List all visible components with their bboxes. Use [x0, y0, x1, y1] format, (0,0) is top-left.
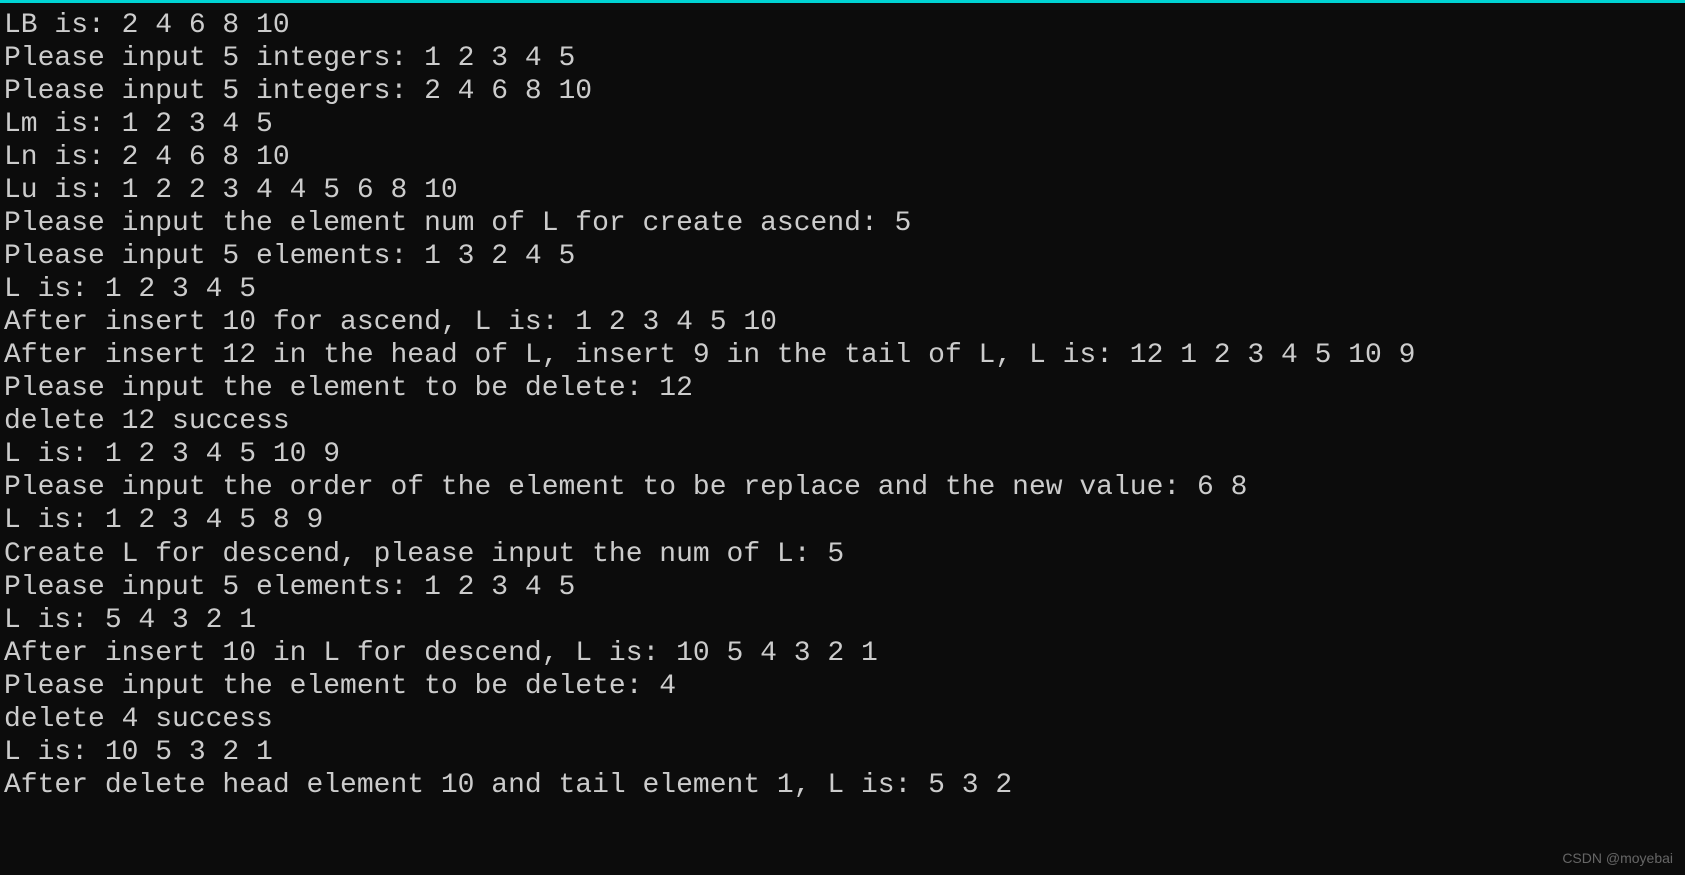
- terminal-line: Please input 5 elements: 1 3 2 4 5: [4, 240, 1685, 273]
- terminal-line: Please input 5 elements: 1 2 3 4 5: [4, 571, 1685, 604]
- terminal-line: Create L for descend, please input the n…: [4, 538, 1685, 571]
- terminal-line: L is: 1 2 3 4 5 10 9: [4, 438, 1685, 471]
- terminal-output: LB is: 2 4 6 8 10Please input 5 integers…: [4, 9, 1685, 802]
- terminal-line: L is: 1 2 3 4 5: [4, 273, 1685, 306]
- terminal-line: Please input the element num of L for cr…: [4, 207, 1685, 240]
- terminal-line: After insert 10 for ascend, L is: 1 2 3 …: [4, 306, 1685, 339]
- terminal-line: Please input the element to be delete: 4: [4, 670, 1685, 703]
- terminal-line: delete 4 success: [4, 703, 1685, 736]
- watermark-text: CSDN @moyebai: [1562, 850, 1673, 867]
- terminal-line: L is: 5 4 3 2 1: [4, 604, 1685, 637]
- terminal-line: L is: 10 5 3 2 1: [4, 736, 1685, 769]
- terminal-line: Lu is: 1 2 2 3 4 4 5 6 8 10: [4, 174, 1685, 207]
- terminal-line: After insert 12 in the head of L, insert…: [4, 339, 1685, 372]
- terminal-line: L is: 1 2 3 4 5 8 9: [4, 504, 1685, 537]
- terminal-line: After delete head element 10 and tail el…: [4, 769, 1685, 802]
- terminal-line: Please input the order of the element to…: [4, 471, 1685, 504]
- terminal-line: Please input the element to be delete: 1…: [4, 372, 1685, 405]
- terminal-line: Ln is: 2 4 6 8 10: [4, 141, 1685, 174]
- terminal-line: LB is: 2 4 6 8 10: [4, 9, 1685, 42]
- terminal-line: Please input 5 integers: 2 4 6 8 10: [4, 75, 1685, 108]
- terminal-line: Lm is: 1 2 3 4 5: [4, 108, 1685, 141]
- terminal-line: delete 12 success: [4, 405, 1685, 438]
- terminal-line: After insert 10 in L for descend, L is: …: [4, 637, 1685, 670]
- terminal-line: Please input 5 integers: 1 2 3 4 5: [4, 42, 1685, 75]
